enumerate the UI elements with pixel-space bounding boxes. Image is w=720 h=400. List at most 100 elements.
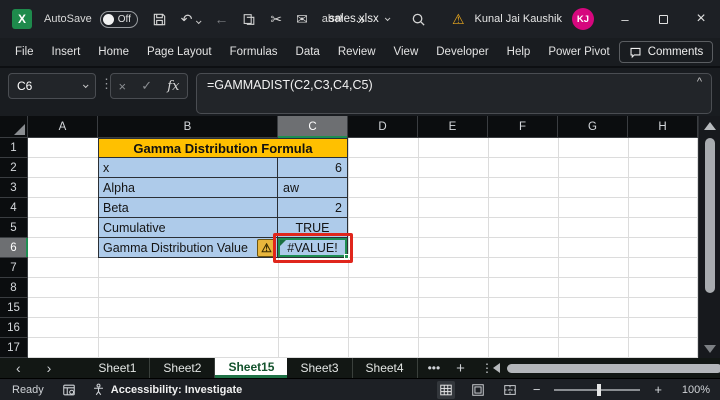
sheet-tab[interactable]: Sheet3: [287, 358, 353, 378]
name-box-value: C6: [17, 79, 33, 93]
sheet-tab[interactable]: Sheet4: [353, 358, 418, 378]
prev-sheet-icon[interactable]: ‹: [16, 361, 21, 375]
scroll-up-arrow-icon[interactable]: [704, 122, 716, 130]
cell-B3[interactable]: Alpha: [98, 178, 278, 198]
email-icon[interactable]: ✉: [296, 12, 308, 26]
sheet-tab[interactable]: Sheet15: [215, 358, 288, 378]
scroll-down-arrow-icon[interactable]: [704, 345, 716, 353]
select-all-button[interactable]: [0, 116, 28, 138]
column-header[interactable]: A: [28, 116, 98, 138]
cell-C6-active[interactable]: #VALUE!: [278, 238, 348, 258]
formula-input[interactable]: =GAMMADIST(C2,C3,C4,C5) ^: [196, 73, 712, 114]
cell-C4[interactable]: 2: [278, 198, 348, 218]
row-header[interactable]: 17: [0, 338, 28, 358]
new-sheet-button[interactable]: +: [456, 361, 465, 376]
sheet-tab[interactable]: Sheet2: [150, 358, 216, 378]
cell-B1-title[interactable]: Gamma Distribution Formula: [98, 138, 348, 158]
avatar[interactable]: KJ: [572, 8, 594, 30]
maximize-button[interactable]: [644, 0, 682, 38]
row-header[interactable]: 2: [0, 158, 28, 178]
save-icon[interactable]: [152, 12, 167, 27]
row-header[interactable]: 5: [0, 218, 28, 238]
collapse-formula-bar-icon[interactable]: ^: [697, 76, 702, 88]
autosave-toggle[interactable]: Off: [99, 10, 138, 28]
ribbon-tab[interactable]: Developer: [427, 37, 497, 67]
horizontal-scroll-thumb[interactable]: [506, 363, 720, 373]
column-header[interactable]: F: [488, 116, 558, 138]
ribbon-tab[interactable]: File: [6, 37, 43, 67]
cell-B5[interactable]: Cumulative: [98, 218, 278, 238]
ribbon-tab[interactable]: View: [385, 37, 428, 67]
cell-B6[interactable]: Gamma Distribution Value: [98, 238, 278, 258]
toggle-knob: [102, 13, 114, 25]
error-options-button[interactable]: ⚠: [257, 239, 276, 257]
column-header[interactable]: H: [628, 116, 698, 138]
horizontal-scroll-track[interactable]: [506, 363, 720, 373]
ribbon-tab[interactable]: Formulas: [221, 37, 287, 67]
accessibility-status[interactable]: Accessibility: Investigate: [92, 383, 242, 396]
page-layout-view-icon[interactable]: [469, 381, 487, 399]
search-icon[interactable]: [411, 12, 426, 27]
normal-view-icon[interactable]: [436, 380, 455, 399]
row-header[interactable]: 6: [0, 238, 28, 258]
cell-C2[interactable]: 6: [278, 158, 348, 178]
scroll-left-arrow-icon[interactable]: [492, 363, 500, 373]
zoom-out-button[interactable]: −: [533, 382, 541, 397]
excel-logo-icon[interactable]: X: [12, 9, 32, 29]
name-box[interactable]: C6: [8, 73, 96, 99]
status-bar: Ready Accessibility: Investigate − + 100…: [0, 378, 720, 400]
column-header[interactable]: D: [348, 116, 418, 138]
row-header[interactable]: 4: [0, 198, 28, 218]
insert-function-icon[interactable]: fx: [167, 79, 179, 94]
column-header[interactable]: E: [418, 116, 488, 138]
ribbon-tab[interactable]: Home: [89, 37, 138, 67]
ribbon-tab[interactable]: Data: [287, 37, 329, 67]
row-header[interactable]: 8: [0, 278, 28, 298]
cell-C3[interactable]: aw: [278, 178, 348, 198]
cells-area[interactable]: Gamma Distribution Formula x 6 Alpha aw …: [28, 138, 698, 358]
macro-record-icon[interactable]: [62, 383, 76, 397]
ribbon-tab[interactable]: Power Pivot: [539, 37, 618, 67]
close-button[interactable]: ×: [682, 0, 720, 38]
more-sheets-icon[interactable]: •••: [428, 362, 441, 374]
minimize-button[interactable]: –: [606, 0, 644, 38]
ribbon-tab[interactable]: Review: [329, 37, 385, 67]
ribbon-tab[interactable]: Page Layout: [138, 37, 221, 67]
cell-B4[interactable]: Beta: [98, 198, 278, 218]
column-header[interactable]: B: [98, 116, 278, 138]
cancel-entry-icon[interactable]: ×: [119, 79, 127, 94]
horizontal-scrollbar[interactable]: [492, 358, 720, 378]
ribbon-tab[interactable]: Insert: [43, 37, 90, 67]
back-arrow-icon[interactable]: ←: [214, 12, 228, 26]
column-header[interactable]: C: [278, 116, 348, 138]
ribbon-tab[interactable]: Help: [498, 37, 540, 67]
document-title[interactable]: sales.xlsx: [329, 0, 391, 38]
fill-handle[interactable]: [344, 254, 349, 259]
row-header[interactable]: 16: [0, 318, 28, 338]
vertical-scrollbar[interactable]: [698, 116, 720, 358]
cut-icon[interactable]: ✂: [270, 12, 282, 26]
row-header[interactable]: 7: [0, 258, 28, 278]
column-header[interactable]: G: [558, 116, 628, 138]
cell-B2[interactable]: x: [98, 158, 278, 178]
alert-warning-icon[interactable]: ⚠: [452, 11, 465, 28]
page-break-preview-icon[interactable]: [501, 381, 519, 399]
zoom-in-button[interactable]: +: [654, 382, 662, 397]
row-header[interactable]: 1: [0, 138, 28, 158]
comments-button[interactable]: Comments: [618, 41, 714, 63]
zoom-level[interactable]: 100%: [676, 384, 710, 396]
vertical-scroll-thumb[interactable]: [705, 138, 715, 293]
zoom-slider[interactable]: [554, 383, 641, 396]
sheet-tab[interactable]: Sheet1: [85, 358, 151, 378]
next-sheet-icon[interactable]: ›: [47, 361, 52, 375]
formula-buttons: × ✓ fx: [110, 73, 188, 99]
undo-icon[interactable]: ↶: [181, 12, 202, 26]
confirm-entry-icon[interactable]: ✓: [141, 78, 152, 94]
row-header[interactable]: 3: [0, 178, 28, 198]
row-header[interactable]: 15: [0, 298, 28, 318]
copy-icon[interactable]: [242, 12, 256, 27]
column-headers: A B C D E F G H: [28, 116, 698, 138]
sheet-menu-icon[interactable]: ⋮: [481, 362, 493, 374]
cell-C5[interactable]: TRUE: [278, 218, 348, 238]
zoom-slider-thumb[interactable]: [597, 383, 602, 396]
